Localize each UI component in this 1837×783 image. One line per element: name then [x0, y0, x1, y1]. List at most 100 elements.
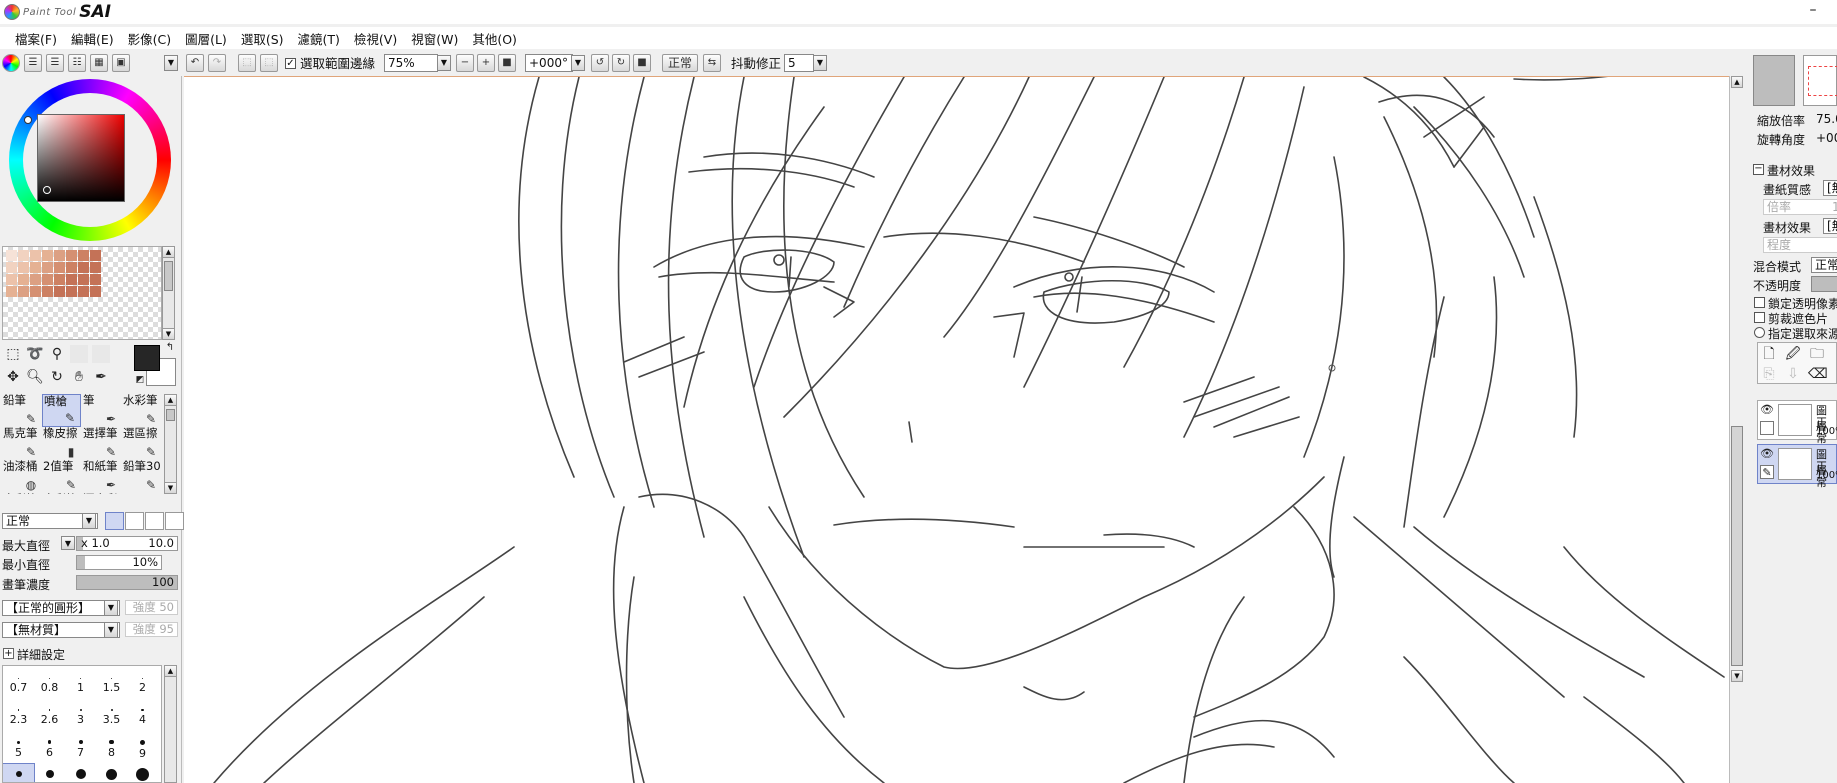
- layer-blend-select[interactable]: 正常: [1811, 257, 1837, 273]
- color-swatch[interactable]: [90, 286, 101, 297]
- brush-size-preset[interactable]: 7: [65, 732, 96, 764]
- navigator-preview[interactable]: [1803, 55, 1837, 106]
- lock-transparency-checkbox[interactable]: [1754, 297, 1765, 308]
- eyedropper-icon[interactable]: ✒︎: [92, 368, 110, 386]
- scroll-up-icon[interactable]: ▲: [163, 247, 174, 258]
- rect-select-icon[interactable]: ⬚: [4, 345, 22, 363]
- brush-size-preset[interactable]: 2.3: [3, 700, 34, 732]
- brush-slot[interactable]: 筆 ✒: [82, 394, 121, 427]
- brush-slot[interactable]: 油漆桶 ◍: [2, 460, 41, 493]
- layer-row[interactable]: 👁︎圖層正常100%: [1757, 400, 1837, 445]
- brush-size-preset[interactable]: 0.8: [34, 668, 65, 700]
- color-swatch[interactable]: [42, 286, 53, 297]
- copy-layer-icon[interactable]: ⎘: [1760, 365, 1778, 383]
- texture-strength-slider[interactable]: 強度 95: [125, 622, 178, 637]
- menu-item[interactable]: 選取(S): [234, 29, 291, 48]
- rotate-right-icon[interactable]: ↻: [612, 54, 630, 72]
- edge-medium-icon[interactable]: [125, 512, 144, 530]
- zoom-in-icon[interactable]: +: [477, 54, 495, 72]
- reset-colors-icon[interactable]: ◩: [134, 374, 146, 386]
- shape-strength-slider[interactable]: 強度 50: [125, 600, 178, 615]
- paper-scale-slider[interactable]: 倍率 100: [1763, 199, 1837, 215]
- menu-item[interactable]: 影像(C): [121, 29, 178, 48]
- rotation-field[interactable]: +000°: [525, 54, 573, 72]
- color-swatch[interactable]: [66, 274, 77, 285]
- color-swatch[interactable]: [18, 262, 29, 273]
- brush-size-preset[interactable]: 2.6: [34, 700, 65, 732]
- layer-lock-icon[interactable]: ✎: [1760, 465, 1774, 479]
- menu-item[interactable]: 編輯(E): [64, 29, 121, 48]
- color-marker-icon[interactable]: [43, 186, 51, 194]
- navigator-thumbnail[interactable]: [1753, 55, 1795, 106]
- minimize-button[interactable]: –: [1803, 2, 1823, 20]
- scroll-thumb[interactable]: [166, 409, 175, 421]
- size-mult-icon[interactable]: ▼: [61, 536, 75, 550]
- sketch-artwork[interactable]: [184, 77, 1729, 783]
- brush-size-preset[interactable]: 4: [127, 700, 158, 732]
- brush-size-preset[interactable]: [34, 764, 65, 782]
- brush-shape-select[interactable]: 【正常的圓形】: [2, 600, 120, 616]
- canvas-scrollbar[interactable]: ▲ ▼: [1729, 76, 1743, 783]
- lasso-icon[interactable]: ➰: [26, 345, 44, 363]
- rotate-tool-icon[interactable]: ↻: [48, 368, 66, 386]
- brush-size-preset[interactable]: 8: [96, 732, 127, 764]
- color-swatch[interactable]: [90, 250, 101, 261]
- color-swatch[interactable]: [78, 262, 89, 273]
- deselect-icon[interactable]: ⬚: [238, 54, 256, 72]
- swatch-scrollbar[interactable]: ▲ ▼: [162, 246, 175, 340]
- brush-size-preset[interactable]: 3: [65, 700, 96, 732]
- color-swatch[interactable]: [18, 286, 29, 297]
- color-swatch[interactable]: [6, 250, 17, 261]
- scroll-down-icon[interactable]: ▼: [163, 328, 174, 339]
- color-swatch[interactable]: [30, 274, 41, 285]
- clear-layer-icon[interactable]: ⌫: [1808, 365, 1828, 383]
- new-layer-icon[interactable]: 🗋: [1760, 345, 1778, 363]
- brush-slot[interactable]: 水彩筆✎: [2, 493, 41, 495]
- brush-effect-select[interactable]: [無]: [1823, 218, 1837, 234]
- scratchpad-toggle-icon[interactable]: ▣: [112, 54, 130, 72]
- size-scrollbar[interactable]: ▲: [164, 665, 177, 783]
- menu-item[interactable]: 其他(O): [465, 29, 524, 48]
- brush-slot[interactable]: 馬克筆 ✎: [2, 427, 41, 460]
- color-swatch[interactable]: [66, 262, 77, 273]
- color-swatch[interactable]: [30, 286, 41, 297]
- color-swatch[interactable]: [54, 262, 65, 273]
- color-swatch[interactable]: [42, 250, 53, 261]
- selection-edge-checkbox[interactable]: ✓: [285, 58, 296, 69]
- brush-size-preset[interactable]: 9: [127, 732, 158, 764]
- stabilizer-field[interactable]: 5: [784, 54, 814, 72]
- foreground-color-swatch[interactable]: [134, 345, 160, 371]
- brush-scrollbar[interactable]: ▲ ▼: [164, 394, 177, 494]
- brush-size-preset[interactable]: 0.7: [3, 668, 34, 700]
- layer-row[interactable]: 👁︎✎圖層正常100%: [1757, 444, 1837, 489]
- nav-zoom-value[interactable]: 75.0: [1816, 112, 1837, 126]
- scroll-up-icon[interactable]: ▲: [1731, 76, 1743, 88]
- scroll-thumb[interactable]: [1731, 426, 1743, 666]
- brush-texture-dropdown-icon[interactable]: ▼: [104, 622, 118, 638]
- scroll-up-icon[interactable]: ▲: [165, 395, 176, 406]
- color-swatch[interactable]: [78, 286, 89, 297]
- move-icon[interactable]: ✥: [4, 368, 22, 386]
- brush-slot[interactable]: 選擇筆 ✎: [82, 427, 121, 460]
- edge-soft-icon[interactable]: [105, 512, 124, 530]
- brush-size-preset[interactable]: [96, 764, 127, 782]
- menu-item[interactable]: 視窗(W): [404, 29, 465, 48]
- nav-rotate-value[interactable]: +000: [1816, 131, 1837, 145]
- color-swatch[interactable]: [42, 274, 53, 285]
- mixer-toggle-icon[interactable]: ☷: [68, 54, 86, 72]
- brush-slot[interactable]: 溼水彩✎: [82, 493, 121, 495]
- brush-size-preset[interactable]: 6: [34, 732, 65, 764]
- brush-slot[interactable]: 鉛筆30 ✎: [122, 460, 161, 493]
- advanced-settings-label[interactable]: 詳細設定: [17, 646, 65, 663]
- color-swatch[interactable]: [6, 286, 17, 297]
- brush-slot[interactable]: 噴槍 ✎: [42, 394, 81, 427]
- undo-icon[interactable]: ↶: [186, 54, 204, 72]
- color-swatch[interactable]: [6, 274, 17, 285]
- menu-item[interactable]: 檔案(F): [8, 29, 64, 48]
- stabilizer-dropdown-icon[interactable]: ▼: [813, 55, 827, 71]
- invert-selection-icon[interactable]: ⬚: [260, 54, 278, 72]
- expand-advanced-icon[interactable]: +: [3, 648, 14, 659]
- edge-sharp-icon[interactable]: [165, 512, 184, 530]
- magic-wand-icon[interactable]: ⚲: [48, 345, 66, 363]
- swap-colors-icon[interactable]: ↰: [164, 342, 176, 354]
